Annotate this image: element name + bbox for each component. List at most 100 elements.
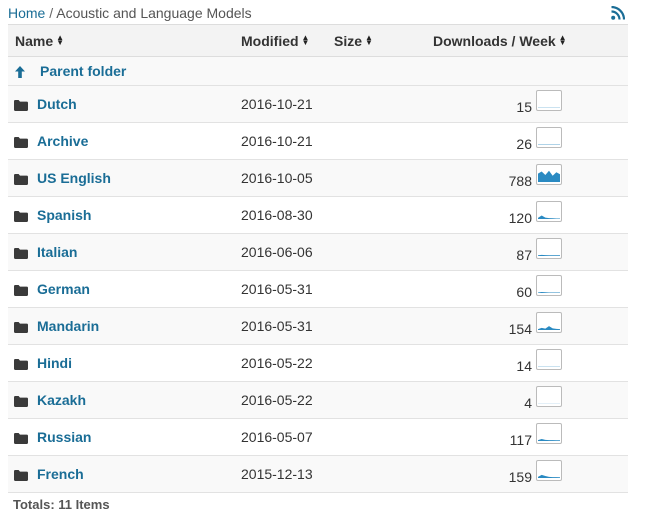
folder-link[interactable]: French (37, 466, 84, 482)
modified-date: 2016-05-07 (241, 429, 313, 445)
downloads-cell: 788 (425, 160, 628, 197)
downloads-count: 26 (516, 136, 532, 152)
size-cell (334, 308, 425, 345)
downloads-sparkline[interactable] (536, 460, 562, 481)
size-cell (334, 271, 425, 308)
folder-link[interactable]: Mandarin (37, 318, 99, 334)
downloads-sparkline[interactable] (536, 127, 562, 148)
folder-link[interactable]: Kazakh (37, 392, 86, 408)
modified-date: 2016-10-05 (241, 170, 313, 186)
folder-row[interactable]: Dutch 2016-10-21 15 (8, 85, 628, 123)
downloads-sparkline[interactable] (536, 349, 562, 370)
folder-icon (14, 248, 28, 259)
size-cell (334, 123, 425, 160)
folder-row[interactable]: German 2016-05-31 60 (8, 270, 628, 308)
modified-date: 2016-06-06 (241, 244, 313, 260)
downloads-sparkline[interactable] (536, 90, 562, 111)
folder-row[interactable]: Archive 2016-10-21 26 (8, 122, 628, 160)
folder-row[interactable]: Spanish 2016-08-30 120 (8, 196, 628, 234)
folder-link[interactable]: Archive (37, 133, 88, 149)
sparkline-chart (538, 215, 560, 219)
modified-date: 2016-05-31 (241, 281, 313, 297)
folder-link[interactable]: German (37, 281, 90, 297)
downloads-cell: 120 (425, 197, 628, 234)
folder-row[interactable]: Kazakh 2016-05-22 4 (8, 381, 628, 419)
downloads-cell: 15 (425, 86, 628, 123)
downloads-count: 120 (508, 210, 532, 226)
sparkline-chart (538, 366, 560, 367)
folder-link[interactable]: Hindi (37, 355, 72, 371)
parent-folder-row[interactable]: Parent folder (8, 56, 628, 86)
sparkline-area (538, 215, 560, 219)
downloads-cell: 60 (425, 271, 628, 308)
parent-folder-link[interactable]: Parent folder (40, 63, 126, 79)
modified-date: 2016-05-31 (241, 318, 313, 334)
sparkline-area (538, 170, 560, 182)
size-cell (334, 345, 425, 382)
parent-folder-cell: Parent folder (8, 57, 628, 86)
folder-icon (14, 322, 28, 333)
folder-row[interactable]: Russian 2016-05-07 117 (8, 418, 628, 456)
folder-row[interactable]: Italian 2016-06-06 87 (8, 233, 628, 271)
folder-icon (14, 211, 28, 222)
downloads-sparkline[interactable] (536, 275, 562, 296)
folder-name-cell: US English (8, 160, 241, 197)
sparkline-chart (538, 144, 560, 145)
folder-row[interactable]: US English 2016-10-05 788 (8, 159, 628, 197)
folder-link[interactable]: Dutch (37, 96, 77, 112)
downloads-cell: 154 (425, 308, 628, 345)
downloads-sparkline[interactable] (536, 386, 562, 407)
folder-link[interactable]: US English (37, 170, 111, 186)
folder-name-cell: Spanish (8, 197, 241, 234)
downloads-count: 15 (516, 99, 532, 115)
downloads-count: 117 (509, 432, 532, 448)
column-header-name[interactable]: Name ▲ ▼ (8, 24, 241, 57)
folder-row[interactable]: Mandarin 2016-05-31 154 (8, 307, 628, 345)
folder-row[interactable]: Hindi 2016-05-22 14 (8, 344, 628, 382)
folder-row[interactable]: French 2015-12-13 159 (8, 455, 628, 493)
folder-link[interactable]: Spanish (37, 207, 91, 223)
sparkline-area (538, 439, 560, 441)
downloads-count: 159 (508, 469, 532, 485)
folder-name-cell: Archive (8, 123, 241, 160)
downloads-sparkline[interactable] (536, 164, 562, 185)
folder-icon (14, 174, 28, 185)
folder-name-cell: French (8, 456, 241, 493)
column-header-modified-label: Modified (241, 32, 299, 49)
breadcrumb-home-link[interactable]: Home (8, 5, 45, 21)
downloads-sparkline[interactable] (536, 423, 562, 444)
downloads-cell: 4 (425, 382, 628, 419)
file-table: Name ▲ ▼ Modified ▲ ▼ Size ▲ ▼ Downloads / Wee… (8, 24, 628, 493)
column-header-name-label: Name (15, 32, 54, 49)
modified-date: 2016-08-30 (241, 207, 313, 223)
modified-date: 2016-05-22 (241, 355, 313, 371)
downloads-count: 4 (524, 395, 532, 411)
column-header-size[interactable]: Size ▲ ▼ (334, 24, 425, 57)
sort-icon: ▲ ▼ (365, 32, 373, 47)
folder-name-cell: German (8, 271, 241, 308)
downloads-count: 788 (508, 173, 532, 189)
arrow-up-icon (14, 65, 26, 79)
folder-link[interactable]: Russian (37, 429, 91, 445)
folder-link[interactable]: Italian (37, 244, 77, 260)
rss-feed-icon[interactable] (611, 5, 626, 20)
downloads-sparkline[interactable] (536, 238, 562, 259)
modified-date: 2016-05-22 (241, 392, 313, 408)
downloads-sparkline[interactable] (536, 312, 562, 333)
column-header-size-label: Size (334, 32, 363, 49)
folder-name-cell: Russian (8, 419, 241, 456)
folder-icon (14, 433, 28, 444)
column-header-downloads[interactable]: Downloads / Week ▲ ▼ (425, 24, 628, 57)
sparkline-area (538, 254, 560, 256)
downloads-count: 87 (516, 247, 532, 263)
folder-icon (14, 100, 28, 111)
folder-name-cell: Mandarin (8, 308, 241, 345)
size-cell (334, 197, 425, 234)
column-header-modified[interactable]: Modified ▲ ▼ (241, 24, 334, 57)
size-cell (334, 234, 425, 271)
sparkline-chart (538, 326, 560, 330)
folder-icon (14, 396, 28, 407)
sparkline-chart (538, 474, 560, 478)
breadcrumb: Home / Acoustic and Language Models (8, 5, 252, 21)
downloads-sparkline[interactable] (536, 201, 562, 222)
